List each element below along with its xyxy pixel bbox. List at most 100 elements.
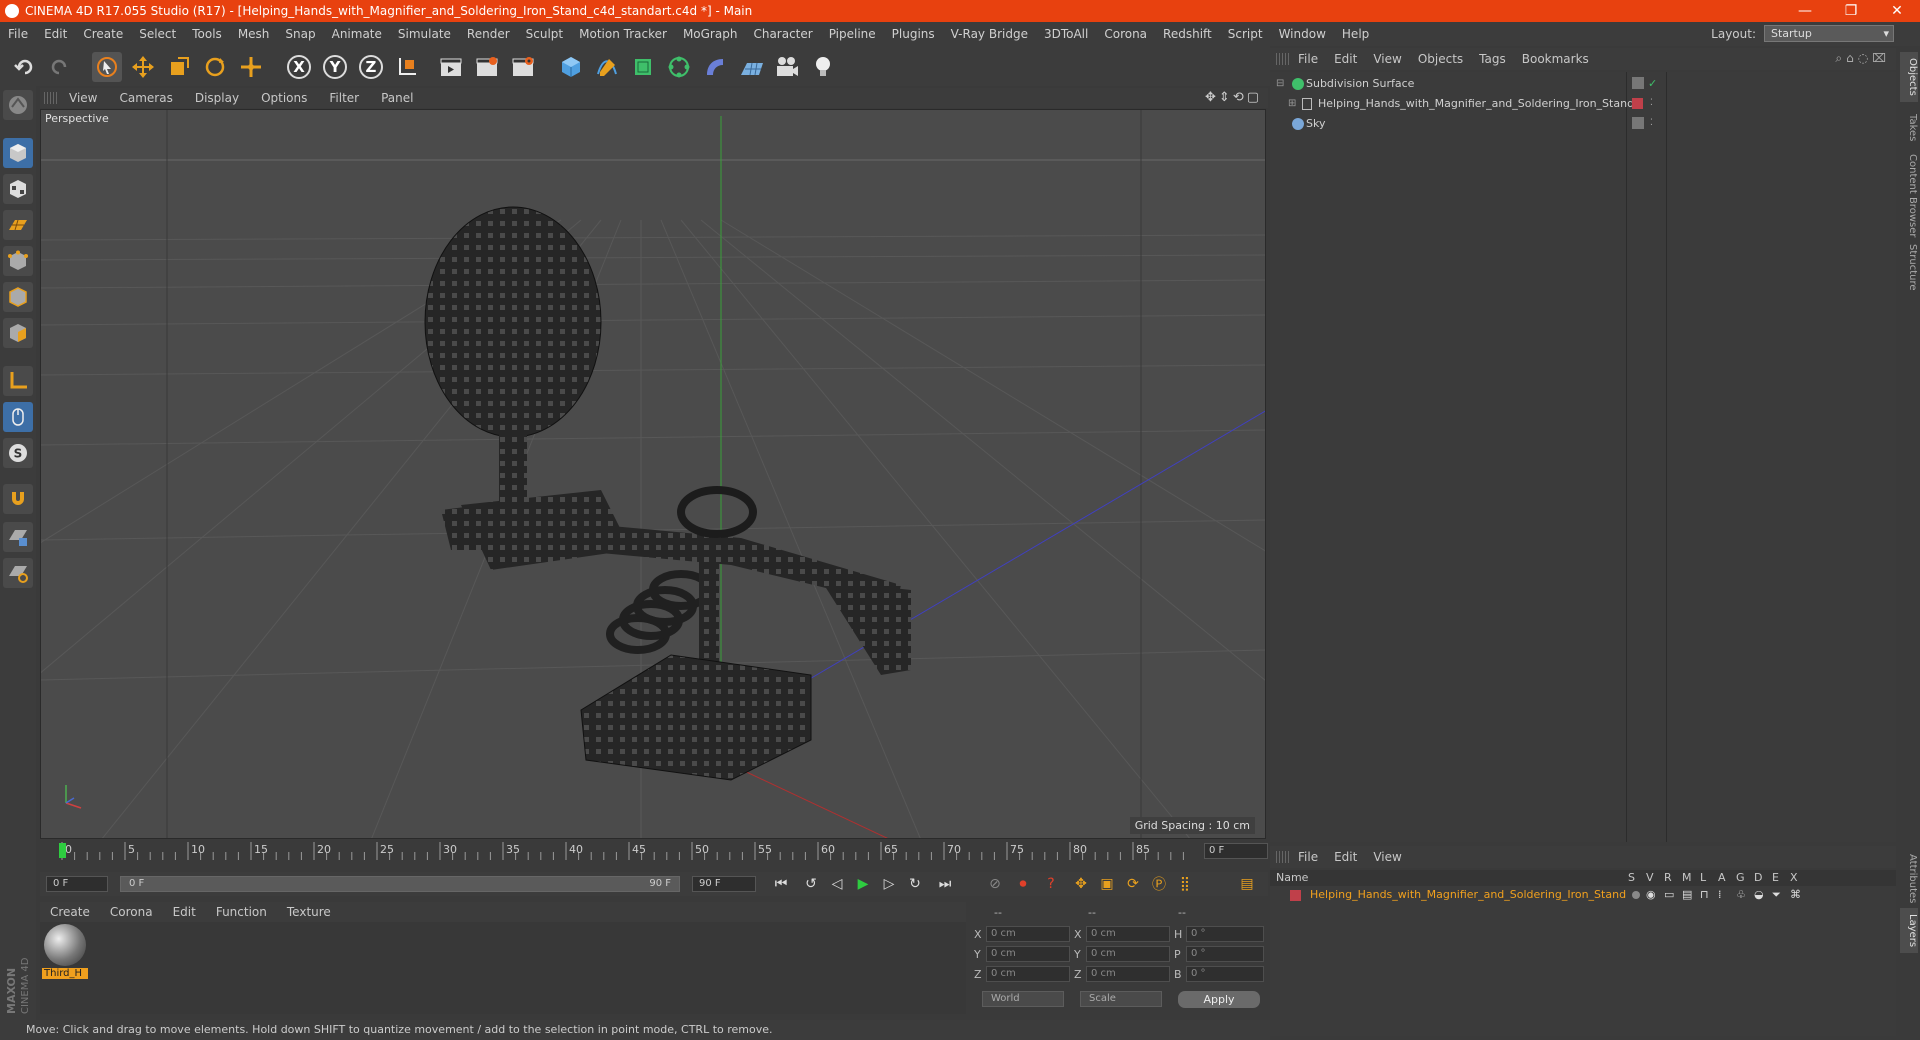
coordinate-system-button[interactable] xyxy=(392,52,422,82)
object-row-helping-hands[interactable]: ⊞ Helping_Hands_with_Magnifier_and_Solde… xyxy=(1270,94,1896,113)
perspective-viewport[interactable]: Perspective Grid Spacing : 10 cm xyxy=(40,109,1266,839)
material-menu-function[interactable]: Function xyxy=(206,905,277,919)
magnet-button[interactable] xyxy=(3,484,33,514)
deformer-icon[interactable]: ◒ xyxy=(1754,886,1764,904)
timeline-ruler[interactable]: 051015202530354045505560657075808590 0 F xyxy=(40,840,1268,862)
record-keys-button[interactable]: ⊘ xyxy=(984,874,1006,894)
planar-workplane-button[interactable] xyxy=(3,558,33,588)
objects-menu-view[interactable]: View xyxy=(1365,52,1409,66)
previous-keyframe-button[interactable]: ↺ xyxy=(800,874,822,894)
enable-axis-button[interactable] xyxy=(3,366,33,396)
lock-workplane-button[interactable] xyxy=(3,522,33,552)
viewport-menu-filter[interactable]: Filter xyxy=(318,91,370,105)
menu-snap[interactable]: Snap xyxy=(277,27,323,41)
panel-grip-icon[interactable] xyxy=(1276,851,1290,863)
position-z-field[interactable]: 0 cm xyxy=(986,966,1070,982)
menu-create[interactable]: Create xyxy=(75,27,131,41)
animation-icon[interactable]: ⁞ xyxy=(1718,886,1722,904)
viewport-menu-options[interactable]: Options xyxy=(250,91,318,105)
add-array-button[interactable] xyxy=(664,52,694,82)
material-swatch[interactable]: Third_H xyxy=(42,924,88,979)
tab-structure[interactable]: Structure xyxy=(1900,238,1918,297)
manager-icon[interactable]: ▤ xyxy=(1682,886,1692,904)
menu-sculpt[interactable]: Sculpt xyxy=(518,27,571,41)
polygons-mode-button[interactable] xyxy=(3,318,33,348)
column-xref[interactable]: X xyxy=(1790,871,1798,884)
solo-toggle-icon[interactable] xyxy=(1632,891,1640,899)
rotation-b-field[interactable]: 0 ° xyxy=(1186,966,1264,982)
lock-x-axis[interactable]: X xyxy=(284,52,314,82)
key-position-toggle[interactable]: ✥ xyxy=(1070,874,1092,894)
apply-button[interactable]: Apply xyxy=(1178,991,1260,1008)
add-spline-button[interactable] xyxy=(592,52,622,82)
column-expressions[interactable]: E xyxy=(1772,871,1779,884)
collapse-toggle[interactable]: ⊟ xyxy=(1276,74,1284,93)
column-manager[interactable]: M xyxy=(1682,871,1692,884)
generator-icon[interactable]: ♧ xyxy=(1736,886,1746,904)
key-rotation-toggle[interactable]: ⟳ xyxy=(1122,874,1144,894)
menu-vray-bridge[interactable]: V-Ray Bridge xyxy=(943,27,1036,41)
tweak-mode-button[interactable] xyxy=(3,402,33,432)
position-y-field[interactable]: 0 cm xyxy=(986,946,1070,962)
menu-help[interactable]: Help xyxy=(1334,27,1377,41)
viewport-menu-cameras[interactable]: Cameras xyxy=(108,91,183,105)
objects-menu-file[interactable]: File xyxy=(1290,52,1326,66)
objects-menu-objects[interactable]: Objects xyxy=(1410,52,1471,66)
menu-simulate[interactable]: Simulate xyxy=(390,27,459,41)
menu-animate[interactable]: Animate xyxy=(324,27,390,41)
menu-tools[interactable]: Tools xyxy=(184,27,230,41)
lock-icon[interactable]: ⊓ xyxy=(1700,886,1709,904)
material-menu-corona[interactable]: Corona xyxy=(100,905,163,919)
snap-button[interactable]: S xyxy=(3,438,33,468)
column-animation[interactable]: A xyxy=(1718,871,1726,884)
scale-tool[interactable] xyxy=(164,52,194,82)
viewport-menu-panel[interactable]: Panel xyxy=(370,91,424,105)
end-frame-field[interactable]: 90 F xyxy=(692,876,756,892)
menu-plugins[interactable]: Plugins xyxy=(884,27,943,41)
enabled-check-icon[interactable]: ✓ xyxy=(1648,74,1657,93)
autokeying-button[interactable]: ⏺ xyxy=(1012,874,1034,894)
edges-mode-button[interactable] xyxy=(3,282,33,312)
layer-color-swatch[interactable] xyxy=(1290,890,1301,901)
objects-menu-bookmarks[interactable]: Bookmarks xyxy=(1514,52,1597,66)
layout-select[interactable]: Startup xyxy=(1764,25,1894,42)
column-deformers[interactable]: D xyxy=(1754,871,1762,884)
workplane-mode-button[interactable] xyxy=(3,210,33,240)
render-to-picture-viewer-button[interactable] xyxy=(472,52,502,82)
go-to-end-button[interactable]: ⏭ xyxy=(934,874,956,894)
minimize-button[interactable]: — xyxy=(1782,3,1828,19)
xref-icon[interactable]: ⌘ xyxy=(1790,886,1801,904)
object-row-subdivision-surface[interactable]: ⊟ Subdivision Surface ✓ xyxy=(1270,74,1896,93)
tab-content-browser[interactable]: Content Browser xyxy=(1900,148,1918,243)
menu-3dtoall[interactable]: 3DToAll xyxy=(1036,27,1096,41)
model-mode-button[interactable] xyxy=(3,138,33,168)
menu-corona[interactable]: Corona xyxy=(1096,27,1155,41)
panel-grip-icon[interactable] xyxy=(1276,53,1290,65)
rotation-p-field[interactable]: 0 ° xyxy=(1186,946,1264,962)
size-y-field[interactable]: 0 cm xyxy=(1086,946,1170,962)
rotation-h-field[interactable]: 0 ° xyxy=(1186,926,1264,942)
points-mode-button[interactable] xyxy=(3,246,33,276)
render-settings-button[interactable] xyxy=(508,52,538,82)
start-frame-field[interactable]: 0 F xyxy=(46,876,108,892)
texture-mode-button[interactable] xyxy=(3,174,33,204)
column-render[interactable]: R xyxy=(1664,871,1672,884)
live-selection-tool[interactable] xyxy=(92,52,122,82)
menu-render[interactable]: Render xyxy=(459,27,518,41)
add-cube-button[interactable] xyxy=(556,52,586,82)
render-view-button[interactable] xyxy=(436,52,466,82)
view-eye-icon[interactable]: ◉ xyxy=(1646,886,1656,904)
play-button[interactable]: ▶ xyxy=(852,874,874,894)
maximize-button[interactable]: ❐ xyxy=(1828,3,1874,19)
column-solo[interactable]: S xyxy=(1628,871,1635,884)
layer-row[interactable]: Helping_Hands_with_Magnifier_and_Solderi… xyxy=(1270,886,1896,904)
key-parameter-toggle[interactable]: Ⓟ xyxy=(1148,874,1170,894)
objects-menu-edit[interactable]: Edit xyxy=(1326,52,1365,66)
object-manager-tool-icons[interactable]: ⌕⌂◌⌧ xyxy=(1835,51,1890,66)
helping-hands-model[interactable] xyxy=(424,206,911,781)
column-locked[interactable]: L xyxy=(1700,871,1706,884)
playhead-marker[interactable] xyxy=(59,843,66,858)
add-light-button[interactable] xyxy=(808,52,838,82)
object-row-sky[interactable]: Sky ⁚ xyxy=(1270,114,1896,133)
rotate-tool[interactable] xyxy=(200,52,230,82)
